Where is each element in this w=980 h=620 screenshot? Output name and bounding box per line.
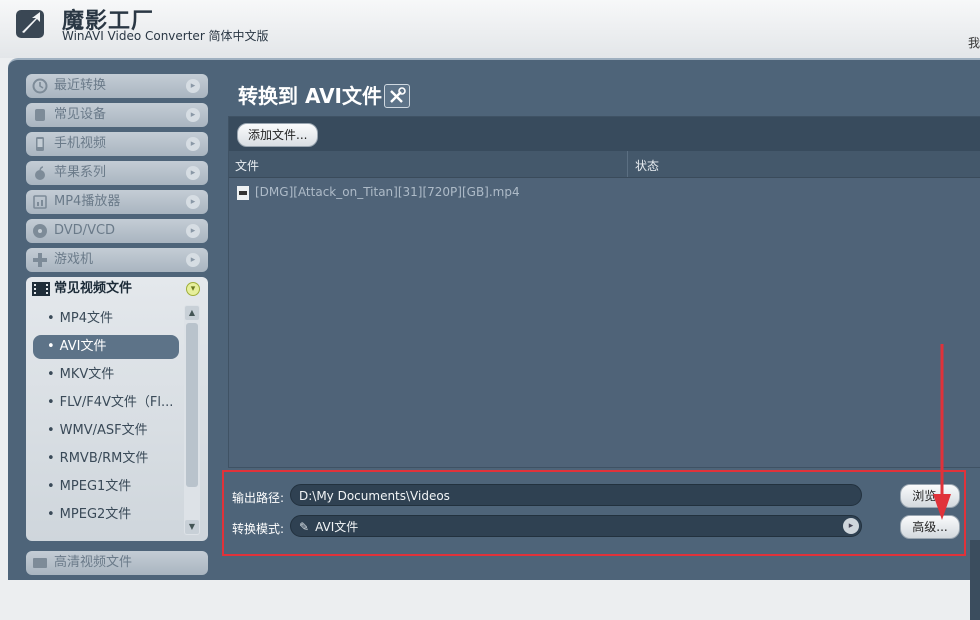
- chevron-right-icon: ▸: [186, 137, 200, 151]
- output-path-label: 输出路径:: [232, 491, 285, 505]
- chevron-right-icon[interactable]: ▸: [843, 518, 859, 534]
- format-item-mpeg1[interactable]: • MPEG1文件: [33, 473, 179, 501]
- format-item-wmv[interactable]: • WMV/ASF文件: [33, 417, 179, 445]
- format-list: • MP4文件 • AVI文件 • MKV文件 • FLV/F4V文件（Fl... • W…: [33, 305, 179, 529]
- main-frame: 最近转换 ▸ 常见设备 ▸ 手机视频 ▸ 苹果系列 ▸ MP4播放器 ▸ DVD…: [8, 58, 980, 620]
- sidebar-item-label: 最近转换: [54, 78, 107, 93]
- chevron-right-icon: ▸: [186, 253, 200, 267]
- format-item-mpeg2[interactable]: • MPEG2文件: [33, 501, 179, 529]
- chevron-right-icon: ▸: [186, 224, 200, 238]
- apple-icon: [35, 166, 45, 180]
- chevron-right-icon: ▸: [186, 108, 200, 122]
- format-item-flv[interactable]: • FLV/F4V文件（Fl...: [33, 389, 179, 417]
- clock-icon: [32, 78, 48, 94]
- sidebar-item-label: 常见设备: [54, 107, 107, 122]
- film-icon: [32, 282, 50, 296]
- sidebar-item-label: 手机视频: [54, 136, 107, 151]
- sidebar-group-header[interactable]: 常见视频文件 ▾: [26, 277, 208, 301]
- sidebar-group-common-video: 常见视频文件 ▾ • MP4文件 • AVI文件 • MKV文件 • FLV/F4V文件…: [26, 277, 208, 541]
- chevron-right-icon: ▸: [186, 79, 200, 93]
- sidebar-item-devices[interactable]: 常见设备 ▸: [26, 103, 208, 127]
- output-settings-box: 输出路径: D:\My Documents\Videos 浏览... 转换模式:…: [222, 470, 966, 556]
- sidebar-item-recent[interactable]: 最近转换 ▸: [26, 74, 208, 98]
- sidebar-item-label: 苹果系列: [54, 165, 107, 180]
- pencil-icon: ✎: [299, 520, 310, 534]
- sidebar-item-label: DVD/VCD: [54, 223, 116, 238]
- format-item-mkv[interactable]: • MKV文件: [33, 361, 179, 389]
- sidebar-item-mp4-player[interactable]: MP4播放器 ▸: [26, 190, 208, 214]
- red-arrow-annotation: [933, 344, 951, 520]
- sidebar-item-gamepad[interactable]: 游戏机 ▸: [26, 248, 208, 272]
- device-icon: [35, 109, 45, 121]
- sidebar-item-apple[interactable]: 苹果系列 ▸: [26, 161, 208, 185]
- sidebar-item-phone[interactable]: 手机视频 ▸: [26, 132, 208, 156]
- scroll-down-icon[interactable]: ▼: [185, 520, 199, 534]
- chevron-right-icon: ▸: [186, 195, 200, 209]
- sidebar-item-dvd[interactable]: DVD/VCD ▸: [26, 219, 208, 243]
- chevron-right-icon: ▸: [186, 166, 200, 180]
- file-toolbar: 添加文件...: [229, 117, 980, 151]
- file-row[interactable]: [DMG][Attack_on_Titan][31][720P][GB].mp4: [237, 185, 520, 200]
- page-title: 转换到 AVI文件: [238, 84, 383, 108]
- column-header-status[interactable]: 状态: [635, 157, 659, 174]
- scrollbar-thumb[interactable]: [186, 323, 198, 487]
- video-file-icon: [237, 185, 249, 200]
- sidebar-item-label: MP4播放器: [54, 194, 121, 209]
- sidebar-item-label: 游戏机: [54, 252, 94, 267]
- add-file-button[interactable]: 添加文件...: [237, 123, 319, 147]
- hd-icon: [33, 558, 47, 568]
- app-subtitle: WinAVI Video Converter 简体中文版: [62, 29, 269, 43]
- format-item-mp4[interactable]: • MP4文件: [33, 305, 179, 333]
- output-path-input[interactable]: D:\My Documents\Videos: [290, 484, 862, 506]
- sidebar: 最近转换 ▸ 常见设备 ▸ 手机视频 ▸ 苹果系列 ▸ MP4播放器 ▸ DVD…: [26, 74, 208, 541]
- column-header-file[interactable]: 文件: [235, 157, 259, 174]
- convert-mode-select[interactable]: ✎ AVI文件 ▸: [290, 515, 862, 537]
- tools-icon: [390, 87, 406, 103]
- scroll-up-icon[interactable]: ▲: [185, 306, 199, 320]
- chevron-down-icon: ▾: [186, 282, 200, 296]
- format-item-rmvb[interactable]: • RMVB/RM文件: [33, 445, 179, 473]
- header-menu-text[interactable]: 我: [968, 34, 980, 51]
- settings-tools-button[interactable]: [384, 84, 410, 108]
- app-logo-icon: [16, 10, 44, 38]
- convert-mode-label: 转换模式:: [232, 522, 285, 536]
- disc-icon: [33, 224, 47, 238]
- phone-icon: [36, 137, 44, 151]
- app-header: 魔影工厂 WinAVI Video Converter 简体中文版 我: [0, 0, 980, 58]
- convert-mode-value: AVI文件: [315, 520, 359, 534]
- format-list-scrollbar[interactable]: ▲ ▼: [184, 305, 200, 535]
- sidebar-item-hd-video[interactable]: 高清视频文件: [26, 551, 208, 575]
- file-list-panel: 添加文件... 文件 状态 [DMG][Attack_on_Titan][31]…: [228, 116, 980, 468]
- file-list-header: 文件 状态: [229, 151, 980, 178]
- right-edge-panel: [970, 540, 980, 620]
- format-item-avi[interactable]: • AVI文件: [33, 335, 179, 359]
- gamepad-icon: [33, 253, 47, 267]
- sidebar-group-label: 常见视频文件: [54, 281, 133, 296]
- column-divider[interactable]: [627, 151, 628, 177]
- file-name: [DMG][Attack_on_Titan][31][720P][GB].mp4: [255, 185, 520, 199]
- mp4-player-icon: [33, 195, 47, 209]
